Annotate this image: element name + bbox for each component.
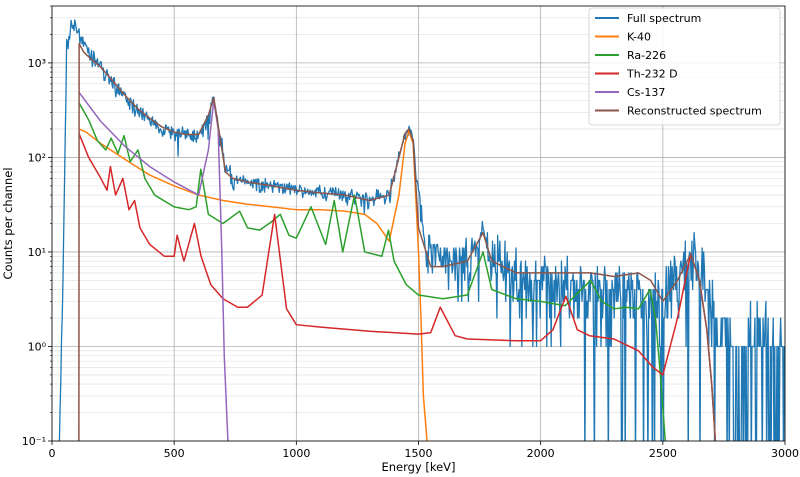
legend-label: Full spectrum — [627, 12, 701, 25]
x-tick-label: 1000 — [282, 447, 310, 460]
legend-label: Ra-226 — [627, 49, 666, 62]
x-tick-label: 0 — [49, 447, 56, 460]
y-tick-label: 10³ — [28, 57, 46, 70]
legend-label: Reconstructed spectrum — [627, 105, 762, 118]
x-tick-label: 2500 — [649, 447, 677, 460]
legend-label: Cs-137 — [627, 86, 665, 99]
x-axis-label: Energy [keV] — [381, 460, 455, 474]
x-tick-label: 1500 — [405, 447, 433, 460]
x-tick-label: 3000 — [771, 447, 799, 460]
y-tick-label: 10⁰ — [28, 340, 47, 353]
y-tick-label: 10⁻¹ — [22, 435, 46, 448]
y-tick-label: 10² — [28, 151, 46, 164]
legend-label: K-40 — [627, 31, 651, 44]
x-tick-label: 2000 — [527, 447, 555, 460]
legend-label: Th-232 D — [626, 68, 678, 81]
x-tick-label: 500 — [164, 447, 185, 460]
chart-svg: 0 500 1000 1500 2000 2500 3000 10⁻¹ 10⁰ 10¹ 10² 10… — [0, 0, 800, 477]
y-axis-label: Counts per channel — [1, 167, 15, 279]
legend: Full spectrum K-40 Ra-226 Th-232 D Cs-137 Rec… — [588, 7, 781, 126]
y-tick-label: 10¹ — [28, 246, 46, 259]
chart-figure: 0 500 1000 1500 2000 2500 3000 10⁻¹ 10⁰ 10¹ 10² 10… — [0, 0, 800, 477]
